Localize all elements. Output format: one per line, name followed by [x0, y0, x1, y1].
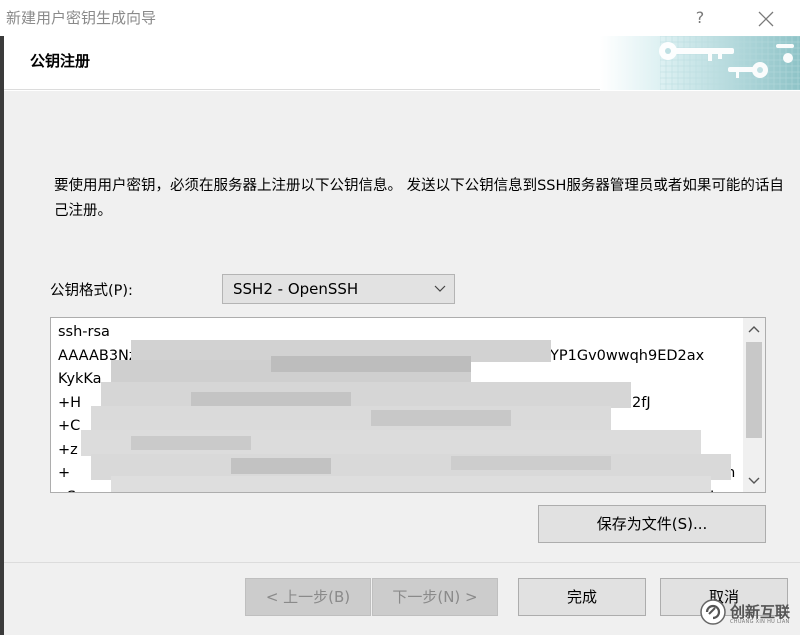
keys-banner-image [600, 36, 800, 90]
public-key-textarea[interactable]: ssh-rsa AAAAB3Nz fHYP1Gv0wwqh9ED2ax KykKa… [50, 317, 766, 493]
page-title: 公钥注册 [30, 52, 91, 70]
chevron-down-icon [748, 477, 760, 484]
format-select[interactable]: SSH2 - OpenSSH [222, 274, 455, 304]
help-button[interactable]: ? [688, 6, 712, 30]
format-select-value: SSH2 - OpenSSH [233, 280, 359, 298]
window-title: 新建用户密钥生成向导 [6, 9, 157, 27]
watermark: 创新互联 CHUANG XIN HU LIAN [700, 597, 800, 631]
watermark-subtitle: CHUANG XIN HU LIAN [730, 619, 790, 625]
redaction-mosaic [71, 336, 731, 492]
scroll-down-arrow[interactable] [743, 470, 765, 490]
scroll-thumb[interactable] [746, 342, 762, 438]
wizard-content: 要使用用户密钥，必须在服务器上注册以下公钥信息。 发送以下公钥信息到SSH服务器… [4, 91, 800, 562]
format-label: 公钥格式(P): [50, 283, 133, 299]
back-button[interactable]: < 上一步(B) [245, 578, 371, 616]
next-button[interactable]: 下一步(N) > [372, 578, 498, 616]
save-to-file-button[interactable]: 保存为文件(S)... [538, 505, 766, 543]
chevron-up-icon [748, 326, 760, 333]
scroll-up-arrow[interactable] [743, 320, 765, 340]
wizard-footer: < 上一步(B) 下一步(N) > 完成 取消 [4, 562, 800, 635]
description-text: 要使用用户密钥，必须在服务器上注册以下公钥信息。 发送以下公钥信息到SSH服务器… [54, 178, 784, 219]
close-button[interactable] [748, 2, 784, 34]
chevron-down-icon [434, 285, 446, 292]
close-icon [758, 11, 774, 27]
finish-button[interactable]: 完成 [518, 578, 646, 616]
vertical-scrollbar[interactable] [743, 318, 765, 492]
wizard-header: 公钥注册 [4, 36, 800, 90]
title-bar: 新建用户密钥生成向导 ? [0, 0, 800, 36]
watermark-logo-icon [700, 599, 726, 625]
